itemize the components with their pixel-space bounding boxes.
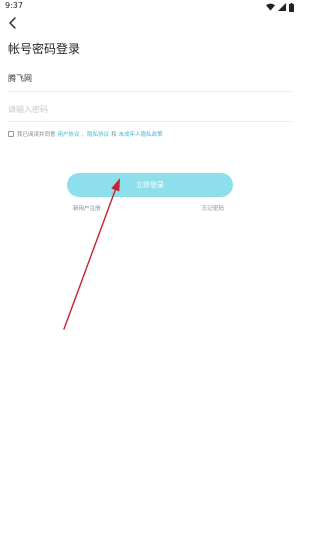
annotation-arrow-line	[63, 187, 117, 330]
home-indicator	[0, 527, 300, 533]
annotation-arrow	[63, 178, 120, 330]
annotation-arrowhead	[111, 178, 120, 192]
